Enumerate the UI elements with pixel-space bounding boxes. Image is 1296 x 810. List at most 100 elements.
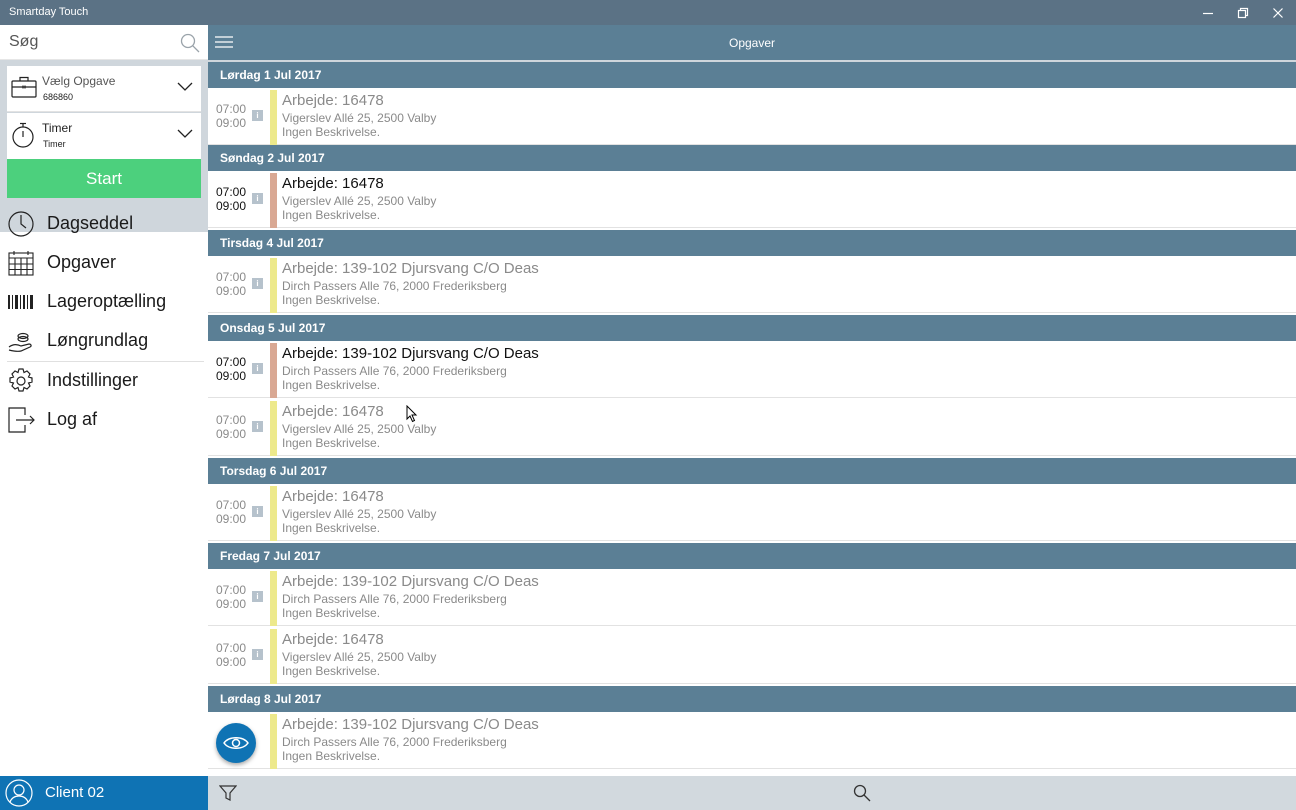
task-description: Ingen Beskrivelse. — [282, 436, 381, 450]
task-status-bar — [270, 629, 277, 684]
task-end-time: 09:00 — [216, 512, 247, 526]
task-selector-label: Vælg Opgave — [42, 74, 116, 88]
task-address: Vigerslev Allé 25, 2500 Valby — [282, 422, 437, 436]
calendar-icon — [8, 251, 34, 276]
menu-item-label: Log af — [47, 409, 98, 429]
task-title: Arbejde: 16478 — [282, 488, 384, 505]
task-description: Ingen Beskrivelse. — [282, 378, 381, 392]
task-row[interactable]: 07:00 09:00 i Arbejde: 16478 Vigerslev Allé … — [208, 627, 1296, 684]
close-icon — [1273, 7, 1283, 18]
task-description: Ingen Beskrivelse. — [282, 208, 381, 222]
menu-item-label: Lageroptælling — [47, 291, 167, 311]
task-start-time: 07:00 — [216, 498, 247, 512]
menu-item-label: Løngrundlag — [47, 330, 149, 350]
task-address: Vigerslev Allé 25, 2500 Valby — [282, 111, 437, 125]
main-panel: Opgaver Lørdag 1 Jul 2017 07:00 09:00 i Arb… — [208, 25, 1296, 810]
day-header: Lørdag 1 Jul 2017 — [208, 62, 1296, 88]
task-row[interactable]: 07:00 09:00 i Arbejde: 139-102 Djursvang C/… — [208, 341, 1296, 398]
day-header: Søndag 2 Jul 2017 — [208, 145, 1296, 171]
task-address: Dirch Passers Alle 76, 2000 Frederiksber… — [282, 279, 507, 293]
task-address: Vigerslev Allé 25, 2500 Valby — [282, 194, 437, 208]
task-row[interactable]: 07:00 09:00 i Arbejde: 139-102 Djursvang C/… — [208, 569, 1296, 626]
window-title: Smartday Touch — [9, 6, 89, 18]
task-selector[interactable]: Vælg Opgave 686860 — [7, 66, 201, 112]
user-name: Client 02 — [45, 784, 105, 801]
user-icon — [5, 779, 33, 807]
day-header: Torsdag 6 Jul 2017 — [208, 458, 1296, 484]
task-end-time: 09:00 — [216, 199, 247, 213]
info-icon[interactable]: i — [252, 278, 263, 289]
task-row[interactable]: 07:00 09:00 i Arbejde: 16478 Vigerslev Allé … — [208, 171, 1296, 228]
info-icon[interactable]: i — [252, 649, 263, 660]
task-title: Arbejde: 139-102 Djursvang C/O Deas — [282, 573, 539, 590]
menu-item-opgaver[interactable]: Opgaver — [0, 244, 208, 282]
task-end-time: 09:00 — [216, 369, 247, 383]
task-address: Dirch Passers Alle 76, 2000 Frederiksber… — [282, 364, 507, 378]
mouse-cursor-icon — [406, 405, 418, 423]
task-start-time: 07:00 — [216, 270, 247, 284]
task-list[interactable]: Lørdag 1 Jul 2017 07:00 09:00 i Arbejde: 16… — [208, 60, 1296, 776]
task-description: Ingen Beskrivelse. — [282, 293, 381, 307]
task-description: Ingen Beskrivelse. — [282, 521, 381, 535]
task-start-time: 07:00 — [216, 641, 247, 655]
day-header: Fredag 7 Jul 2017 — [208, 543, 1296, 569]
task-row[interactable]: Arbejde: 139-102 Djursvang C/O Deas Dirch… — [208, 712, 1296, 769]
info-icon[interactable]: i — [252, 591, 263, 602]
task-title: Arbejde: 16478 — [282, 175, 384, 192]
search-input[interactable] — [9, 31, 174, 53]
type-selector[interactable]: Timer Timer — [7, 113, 201, 159]
search-box — [0, 25, 208, 60]
task-row[interactable]: 07:00 09:00 i Arbejde: 16478 Vigerslev Allé … — [208, 88, 1296, 145]
filter-icon[interactable] — [219, 784, 237, 802]
info-icon[interactable]: i — [252, 193, 263, 204]
task-status-bar — [270, 571, 277, 626]
menu-item-label: Opgaver — [47, 252, 117, 272]
task-row[interactable]: 07:00 09:00 i Arbejde: 139-102 Djursvang C/… — [208, 256, 1296, 313]
barcode-icon — [8, 295, 33, 309]
task-status-bar — [270, 486, 277, 541]
type-selector-value: Timer — [43, 139, 66, 149]
info-icon[interactable]: i — [252, 363, 263, 374]
task-address: Dirch Passers Alle 76, 2000 Frederiksber… — [282, 592, 507, 606]
view-button[interactable] — [216, 723, 256, 763]
task-status-bar — [270, 714, 277, 769]
task-status-bar — [270, 90, 277, 145]
task-start-time: 07:00 — [216, 355, 247, 369]
task-start-time: 07:00 — [216, 583, 247, 597]
task-end-time: 09:00 — [216, 116, 247, 130]
menu-item-label: Dagseddel — [47, 213, 134, 233]
eye-icon — [223, 737, 249, 749]
info-icon[interactable]: i — [252, 110, 263, 121]
info-icon[interactable]: i — [252, 421, 263, 432]
close-button[interactable] — [1260, 0, 1296, 25]
search-icon[interactable] — [180, 33, 200, 53]
menu-item-log-af[interactable]: Log af — [0, 401, 208, 439]
task-title: Arbejde: 139-102 Djursvang C/O Deas — [282, 345, 539, 362]
start-button[interactable]: Start — [7, 159, 201, 198]
title-bar: Smartday Touch — [0, 0, 1296, 25]
bottom-toolbar — [208, 776, 1296, 810]
day-header: Tirsdag 4 Jul 2017 — [208, 230, 1296, 256]
minimize-button[interactable] — [1190, 0, 1226, 25]
menu-item-indstillinger[interactable]: Indstillinger — [0, 362, 208, 400]
restore-icon — [1237, 7, 1249, 18]
search-icon[interactable] — [853, 784, 871, 802]
task-start-time: 07:00 — [216, 413, 247, 427]
user-account-button[interactable]: Client 02 — [0, 776, 208, 810]
task-title: Arbejde: 139-102 Djursvang C/O Deas — [282, 716, 539, 733]
menu-item-loengrundlag[interactable]: Løngrundlag — [0, 322, 208, 360]
task-status-bar — [270, 258, 277, 313]
task-title: Arbejde: 16478 — [282, 92, 384, 109]
stopwatch-icon — [12, 122, 34, 148]
task-row[interactable]: 07:00 09:00 i Arbejde: 16478 Vigerslev Allé … — [208, 399, 1296, 456]
restore-button[interactable] — [1225, 0, 1261, 25]
task-end-time: 09:00 — [216, 655, 247, 669]
task-row[interactable]: 07:00 09:00 i Arbejde: 16478 Vigerslev Allé … — [208, 484, 1296, 541]
task-address: Vigerslev Allé 25, 2500 Valby — [282, 650, 437, 664]
gear-icon — [9, 368, 33, 392]
menu-item-lageroptaelling[interactable]: Lageroptælling — [0, 283, 208, 321]
menu-item-dagseddel[interactable]: Dagseddel — [0, 205, 208, 243]
task-selector-value: 686860 — [43, 92, 74, 102]
task-end-time: 09:00 — [216, 597, 247, 611]
info-icon[interactable]: i — [252, 506, 263, 517]
